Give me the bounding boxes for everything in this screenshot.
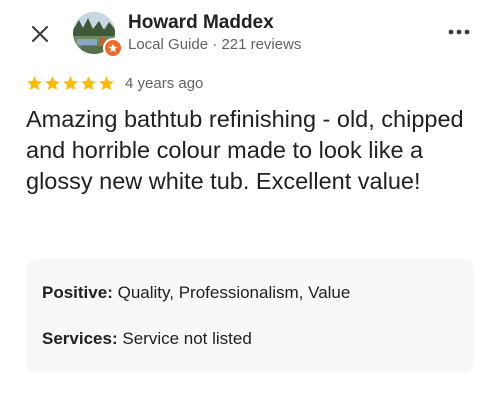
services-attributes: Services: Service not listed: [42, 329, 252, 349]
review-text: Amazing bathtub refinishing - old, chipp…: [26, 106, 464, 194]
services-label: Services:: [42, 329, 118, 348]
close-button[interactable]: [26, 20, 54, 48]
rating-row: 4 years ago: [26, 72, 203, 94]
review-attributes-card: Positive: Quality, Professionalism, Valu…: [26, 259, 474, 372]
reviewer-name[interactable]: Howard Maddex: [128, 12, 274, 34]
star-icon: [81, 75, 96, 90]
star-icon: [27, 75, 42, 90]
reviewer-meta: Local Guide · 221 reviews: [128, 36, 302, 53]
star-rating: [26, 75, 115, 92]
review-age: 4 years ago: [125, 74, 204, 92]
positive-attributes: Positive: Quality, Professionalism, Valu…: [42, 283, 350, 303]
star-icon: [63, 75, 78, 90]
star-icon: [45, 75, 60, 90]
positive-label: Positive:: [42, 283, 113, 302]
star-icon: [99, 75, 114, 90]
close-icon: [31, 25, 49, 43]
review-detail: Howard Maddex Local Guide · 221 reviews …: [0, 0, 500, 403]
services-value: Service not listed: [122, 329, 252, 348]
more-vertical-icon: [448, 29, 470, 35]
local-guide-badge-icon: [103, 38, 123, 58]
more-options-button[interactable]: [445, 22, 473, 42]
positive-value: Quality, Professionalism, Value: [117, 283, 351, 302]
